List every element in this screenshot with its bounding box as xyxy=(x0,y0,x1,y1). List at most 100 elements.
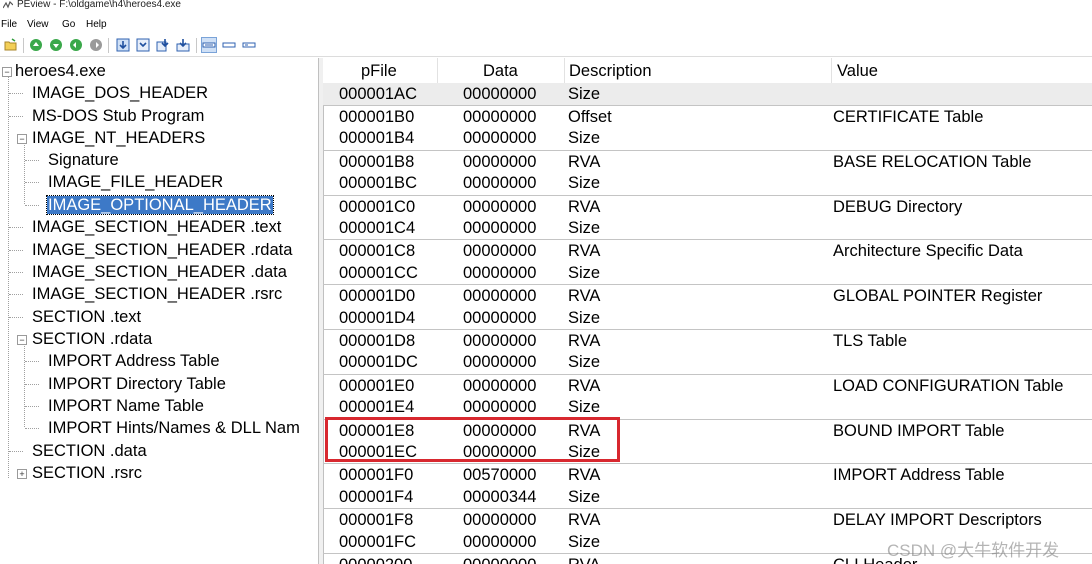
table-row[interactable]: 000001B0 00000000 Offset CERTIFICATE Table xyxy=(323,104,1092,127)
column-header-description[interactable]: Description xyxy=(565,58,832,84)
tree-node-root[interactable]: − heroes4.exe xyxy=(2,60,107,82)
tree-node-import-address-table[interactable]: IMPORT Address Table xyxy=(25,350,221,372)
cell-data: 00000000 xyxy=(463,398,537,417)
table-row[interactable]: 000001F4 00000344 Size xyxy=(323,486,1092,508)
cell-pfile: 000001F8 xyxy=(339,511,414,530)
cell-description: Size xyxy=(568,353,601,372)
cell-data: 00000000 xyxy=(463,84,537,103)
cell-data: 00000000 xyxy=(463,197,537,216)
tree-node-nt-headers[interactable]: − IMAGE_NT_HEADERS xyxy=(9,127,206,149)
cell-value: IMPORT Address Table xyxy=(833,466,1005,485)
detail-list[interactable]: pFile Data Description Value 000001AC 000… xyxy=(323,58,1092,564)
table-row[interactable]: 000001EC 00000000 Size xyxy=(323,441,1092,463)
table-row[interactable]: 000001C4 00000000 Size xyxy=(323,217,1092,239)
cell-value: TLS Table xyxy=(833,331,907,350)
tree-node-section-header-rdata[interactable]: IMAGE_SECTION_HEADER .rdata xyxy=(9,239,293,261)
tree-node-import-name-table[interactable]: IMPORT Name Table xyxy=(25,395,205,417)
table-row[interactable]: 000001D4 00000000 Size xyxy=(323,307,1092,329)
tree-node-dos-header[interactable]: IMAGE_DOS_HEADER xyxy=(9,82,209,104)
view-qword-icon[interactable] xyxy=(176,38,190,52)
menu-file[interactable]: File xyxy=(1,17,17,33)
tree-node-section-rsrc[interactable]: + SECTION .rsrc xyxy=(9,462,143,484)
table-row[interactable]: 000001B8 00000000 RVA BASE RELOCATION Table xyxy=(323,149,1092,172)
cell-data: 00000000 xyxy=(463,287,537,306)
tree-node-section-text[interactable]: SECTION .text xyxy=(9,306,142,328)
tree-node-signature[interactable]: Signature xyxy=(25,149,120,171)
cell-description: Size xyxy=(568,174,601,193)
cell-pfile: 000001B0 xyxy=(339,107,415,126)
menu-view[interactable]: View xyxy=(27,17,49,33)
menu-go[interactable]: Go xyxy=(62,17,75,33)
cell-description: RVA xyxy=(568,511,601,530)
tree-node-section-rdata[interactable]: − SECTION .rdata xyxy=(9,328,153,350)
menu-help[interactable]: Help xyxy=(86,17,107,33)
view-list-icon[interactable] xyxy=(201,37,217,53)
cell-pfile: 000001BC xyxy=(339,174,417,193)
table-row[interactable]: 000001F0 00570000 RVA IMPORT Address Table xyxy=(323,463,1092,485)
tree-node-file-header[interactable]: IMAGE_FILE_HEADER xyxy=(25,171,224,193)
cell-description: RVA xyxy=(568,152,601,171)
cell-value: DEBUG Directory xyxy=(833,197,963,216)
table-row[interactable]: 000001E0 00000000 RVA LOAD CONFIGURATION Ta… xyxy=(323,373,1092,396)
table-row[interactable]: 000001C8 00000000 RVA Architecture Specific… xyxy=(323,239,1092,261)
collapse-toggle-icon[interactable]: − xyxy=(17,134,27,144)
cell-description: Offset xyxy=(568,107,612,126)
cell-data: 00000000 xyxy=(463,152,537,171)
table-row[interactable]: 000001D8 00000000 RVA TLS Table xyxy=(323,328,1092,351)
cell-pfile: 000001E8 xyxy=(339,421,415,440)
cell-data: 00000000 xyxy=(463,554,536,564)
tree-node-section-data[interactable]: SECTION .data xyxy=(9,440,148,462)
toolbar-separator xyxy=(196,38,197,53)
tree-node-import-hints-names[interactable]: IMPORT Hints/Names & DLL Nam xyxy=(25,417,301,439)
table-row[interactable]: 000001AC 00000000 Size xyxy=(323,82,1092,105)
table-row[interactable]: 000001CC 00000000 Size xyxy=(323,262,1092,284)
cell-pfile: 00000200 xyxy=(339,554,412,564)
cell-value: DELAY IMPORT Descriptors xyxy=(833,511,1042,530)
cell-pfile: 000001C8 xyxy=(339,242,416,261)
cell-data: 00000000 xyxy=(463,242,537,261)
go-last-icon[interactable] xyxy=(89,38,103,52)
table-row[interactable]: 000001B4 00000000 Size xyxy=(323,127,1092,149)
cell-pfile: 000001B4 xyxy=(339,129,415,148)
cell-value: LOAD CONFIGURATION Table xyxy=(833,376,1064,395)
column-header-data[interactable]: Data xyxy=(438,58,565,84)
tree-node-import-directory-table[interactable]: IMPORT Directory Table xyxy=(25,373,227,395)
view-byte-icon[interactable] xyxy=(116,38,130,52)
table-row[interactable]: 000001E8 00000000 RVA BOUND IMPORT Table xyxy=(323,418,1092,441)
cell-data: 00000000 xyxy=(463,129,537,148)
collapse-toggle-icon[interactable]: − xyxy=(17,335,27,345)
table-row[interactable]: 000001DC 00000000 Size xyxy=(323,351,1092,373)
view-list-min-icon[interactable] xyxy=(242,38,256,52)
tree-node-optional-header[interactable]: IMAGE_OPTIONAL_HEADER xyxy=(25,194,274,216)
cell-description: Size xyxy=(568,442,601,461)
collapse-toggle-icon[interactable]: − xyxy=(2,67,12,77)
cell-pfile: 000001C0 xyxy=(339,197,416,216)
table-row[interactable]: 000001F8 00000000 RVA DELAY IMPORT Descript… xyxy=(323,508,1092,530)
table-row[interactable]: 000001D0 00000000 RVA GLOBAL POINTER Regist… xyxy=(323,284,1092,306)
tree-node-dos-stub[interactable]: MS-DOS Stub Program xyxy=(9,105,205,127)
cell-pfile: 000001E0 xyxy=(339,376,415,395)
cell-pfile: 000001B8 xyxy=(339,152,415,171)
cell-description: RVA xyxy=(568,376,601,395)
view-word-icon[interactable] xyxy=(136,38,150,52)
tree-node-section-header-data[interactable]: IMAGE_SECTION_HEADER .data xyxy=(9,261,288,283)
go-first-icon[interactable] xyxy=(29,38,43,52)
go-forward-icon[interactable] xyxy=(69,38,83,52)
table-row[interactable]: 000001BC 00000000 Size xyxy=(323,172,1092,194)
column-header-pfile[interactable]: pFile xyxy=(323,58,438,84)
tree-view[interactable]: − heroes4.exe IMAGE_DOS_HEADER MS-DOS St… xyxy=(0,58,318,564)
cell-description: Size xyxy=(568,398,601,417)
toolbar-separator xyxy=(23,38,24,53)
expand-toggle-icon[interactable]: + xyxy=(17,469,27,479)
table-row[interactable]: 000001E4 00000000 Size xyxy=(323,396,1092,418)
column-header-value[interactable]: Value xyxy=(832,58,1092,84)
tree-node-section-header-text[interactable]: IMAGE_SECTION_HEADER .text xyxy=(9,216,282,238)
table-row[interactable]: 000001C0 00000000 RVA DEBUG Directory xyxy=(323,194,1092,217)
window-title: PEview - F:\oldgame\h4\heroes4.exe xyxy=(17,0,181,10)
tree-node-section-header-rsrc[interactable]: IMAGE_SECTION_HEADER .rsrc xyxy=(9,283,283,305)
open-icon[interactable] xyxy=(4,38,18,52)
view-list-alt-icon[interactable] xyxy=(222,38,236,52)
go-back-icon[interactable] xyxy=(49,38,63,52)
cell-pfile: 000001DC xyxy=(339,353,418,372)
view-dword-icon[interactable] xyxy=(156,38,170,52)
